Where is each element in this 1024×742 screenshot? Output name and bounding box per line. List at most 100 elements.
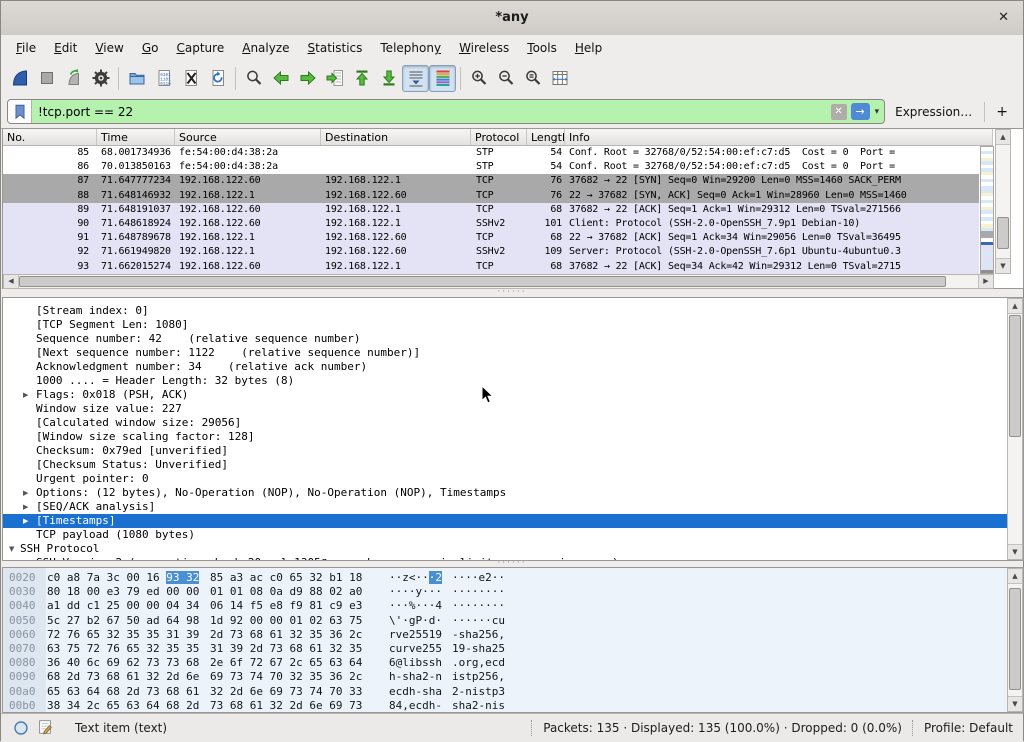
packet-row-91[interactable]: 9171.648789678192.168.122.1192.168.122.6… [3, 231, 979, 245]
hex-row-0080[interactable]: 008036 40 6c 69 62 73 73 682e 6f 72 67 2… [3, 656, 1007, 670]
pane-splitter-top[interactable]: ······ [1, 289, 1023, 297]
hex-row-0030[interactable]: 003080 18 00 e3 79 ed 00 0001 01 08 0a d… [3, 585, 1007, 599]
find-packet-button[interactable] [240, 65, 267, 92]
hex-row-0040[interactable]: 0040a1 dd c1 25 00 00 04 3406 14 f5 e8 f… [3, 599, 1007, 613]
scroll-down-button[interactable]: ▼ [1008, 696, 1022, 711]
packet-row-90[interactable]: 9071.648618924192.168.122.60192.168.122.… [3, 217, 979, 231]
menu-view[interactable]: View [86, 37, 132, 59]
expression-button[interactable]: Expression… [885, 105, 982, 119]
filter-dropdown-caret-icon[interactable]: ▾ [870, 107, 885, 117]
hex-row-0090[interactable]: 009068 2d 73 68 61 32 2d 6e69 73 74 70 3… [3, 670, 1007, 684]
titlebar[interactable]: *any ✕ [1, 1, 1023, 36]
menu-capture[interactable]: Capture [167, 37, 233, 59]
menu-analyze[interactable]: Analyze [233, 37, 298, 59]
packet-row-86[interactable]: 8670.013850163fe:54:00:d4:38:2aSTP54Conf… [3, 160, 979, 174]
filter-apply-button[interactable]: → [851, 103, 870, 120]
zoom-out-button[interactable] [492, 65, 519, 92]
expand-arrow-icon[interactable]: ▶ [23, 556, 28, 560]
detail-line[interactable]: [Checksum Status: Unverified] [3, 458, 1007, 472]
scroll-right-button[interactable]: ▶ [978, 275, 993, 288]
column-header-no[interactable]: No. [3, 129, 97, 145]
stop-capture-button[interactable] [33, 65, 60, 92]
detail-line[interactable]: [Next sequence number: 1122 (relative se… [3, 346, 1007, 360]
bytes-vscrollbar[interactable]: ▲ ▼ [1007, 568, 1023, 712]
reload-capture-file-button[interactable] [204, 65, 231, 92]
detail-line[interactable]: Window size value: 227 [3, 402, 1007, 416]
scroll-left-button[interactable]: ◀ [4, 275, 19, 288]
hex-row-0020[interactable]: 0020c0 a8 7a 3c 00 16 93 3285 a3 ac c0 6… [3, 571, 1007, 585]
detail-line[interactable]: ▶[SEQ/ACK analysis] [3, 500, 1007, 514]
detail-line[interactable]: Sequence number: 42 (relative sequence n… [3, 332, 1007, 346]
packet-row-89[interactable]: 8971.648191037192.168.122.60192.168.122.… [3, 203, 979, 217]
filter-add-button[interactable]: + [987, 104, 1017, 120]
detail-vscrollbar[interactable]: ▲ ▼ [1007, 298, 1023, 560]
detail-line[interactable]: [Window size scaling factor: 128] [3, 430, 1007, 444]
detail-line[interactable]: Acknowledgment number: 34 (relative ack … [3, 360, 1007, 374]
expand-arrow-icon[interactable]: ▶ [23, 514, 28, 528]
column-header-protocol[interactable]: Protocol [471, 129, 527, 145]
auto-scroll-button[interactable] [402, 65, 429, 92]
go-first-packet-button[interactable] [348, 65, 375, 92]
scroll-down-button[interactable]: ▼ [996, 258, 1010, 273]
menu-statistics[interactable]: Statistics [299, 37, 372, 59]
collapse-arrow-icon[interactable]: ▼ [9, 542, 14, 556]
filter-bookmark-button[interactable] [8, 100, 32, 123]
scroll-up-button[interactable]: ▲ [996, 130, 1010, 145]
zoom-original-button[interactable] [519, 65, 546, 92]
capture-comment-button[interactable] [36, 718, 56, 738]
zoom-in-button[interactable] [465, 65, 492, 92]
go-forward-button[interactable] [294, 65, 321, 92]
scroll-up-button[interactable]: ▲ [1008, 569, 1022, 584]
scrollbar-thumb[interactable] [1009, 588, 1021, 690]
detail-line[interactable]: [TCP Segment Len: 1080] [3, 318, 1007, 332]
scroll-down-button[interactable]: ▼ [1008, 544, 1022, 559]
hex-row-0060[interactable]: 006072 76 65 32 35 35 31 392d 73 68 61 3… [3, 628, 1007, 642]
column-header-destination[interactable]: Destination [321, 129, 471, 145]
hex-row-0050[interactable]: 00505c 27 b2 67 50 ad 64 981d 92 00 00 0… [3, 614, 1007, 628]
packet-list-vscrollbar[interactable]: ▲ ▼ [995, 129, 1011, 274]
open-capture-file-button[interactable] [123, 65, 150, 92]
column-header-source[interactable]: Source [175, 129, 321, 145]
menu-telephony[interactable]: Telephony [371, 37, 450, 59]
detail-line[interactable]: ▶Flags: 0x018 (PSH, ACK) [3, 388, 1007, 402]
capture-options-button[interactable] [87, 65, 114, 92]
packet-list-minimap[interactable] [980, 146, 994, 274]
packet-row-92[interactable]: 9271.661949820192.168.122.1192.168.122.6… [3, 245, 979, 259]
menu-help[interactable]: Help [566, 37, 611, 59]
resize-columns-button[interactable] [546, 65, 573, 92]
column-header-length[interactable]: Length [527, 129, 565, 145]
scrollbar-thumb[interactable] [1009, 315, 1021, 437]
detail-line[interactable]: TCP payload (1080 bytes) [3, 528, 1007, 542]
scrollbar-thumb[interactable] [997, 217, 1009, 249]
expand-arrow-icon[interactable]: ▶ [23, 500, 28, 514]
filter-clear-button[interactable]: ✕ [831, 104, 847, 120]
detail-line[interactable]: Checksum: 0x79ed [unverified] [3, 444, 1007, 458]
menu-go[interactable]: Go [133, 37, 168, 59]
status-profile[interactable]: Profile: Default [924, 721, 1013, 735]
menu-file[interactable]: File [7, 37, 45, 59]
column-header-time[interactable]: Time [97, 129, 175, 145]
hex-row-00a0[interactable]: 00a065 63 64 68 2d 73 68 6132 2d 6e 69 7… [3, 685, 1007, 699]
colorize-packets-button[interactable] [429, 65, 456, 92]
detail-line[interactable]: [Calculated window size: 29056] [3, 416, 1007, 430]
packet-row-85[interactable]: 8568.001734936fe:54:00:d4:38:2aSTP54Conf… [3, 146, 979, 160]
detail-line[interactable]: Urgent pointer: 0 [3, 472, 1007, 486]
detail-line[interactable]: [Stream index: 0] [3, 304, 1007, 318]
close-button[interactable]: ✕ [998, 1, 1009, 34]
restart-capture-button[interactable] [60, 65, 87, 92]
expand-arrow-icon[interactable]: ▶ [23, 486, 28, 500]
packet-row-93[interactable]: 9371.662015274192.168.122.60192.168.122.… [3, 260, 979, 274]
menu-wireless[interactable]: Wireless [450, 37, 518, 59]
detail-line[interactable]: 1000 .... = Header Length: 32 bytes (8) [3, 374, 1007, 388]
column-header-info[interactable]: Info [565, 129, 993, 145]
go-to-packet-button[interactable] [321, 65, 348, 92]
start-capture-button[interactable] [6, 65, 33, 92]
save-capture-file-button[interactable]: 010111010110 [150, 65, 177, 92]
detail-line[interactable]: ▼SSH Protocol [3, 542, 1007, 556]
packet-row-87[interactable]: 8771.647777234192.168.122.60192.168.122.… [3, 174, 979, 188]
go-back-button[interactable] [267, 65, 294, 92]
filter-input[interactable]: !tcp.port == 22 [32, 105, 831, 119]
go-last-packet-button[interactable] [375, 65, 402, 92]
hex-row-0070[interactable]: 007063 75 72 76 65 32 35 3531 39 2d 73 6… [3, 642, 1007, 656]
hex-row-00b0[interactable]: 00b038 34 2c 65 63 64 68 2d73 68 61 32 2… [3, 699, 1007, 713]
